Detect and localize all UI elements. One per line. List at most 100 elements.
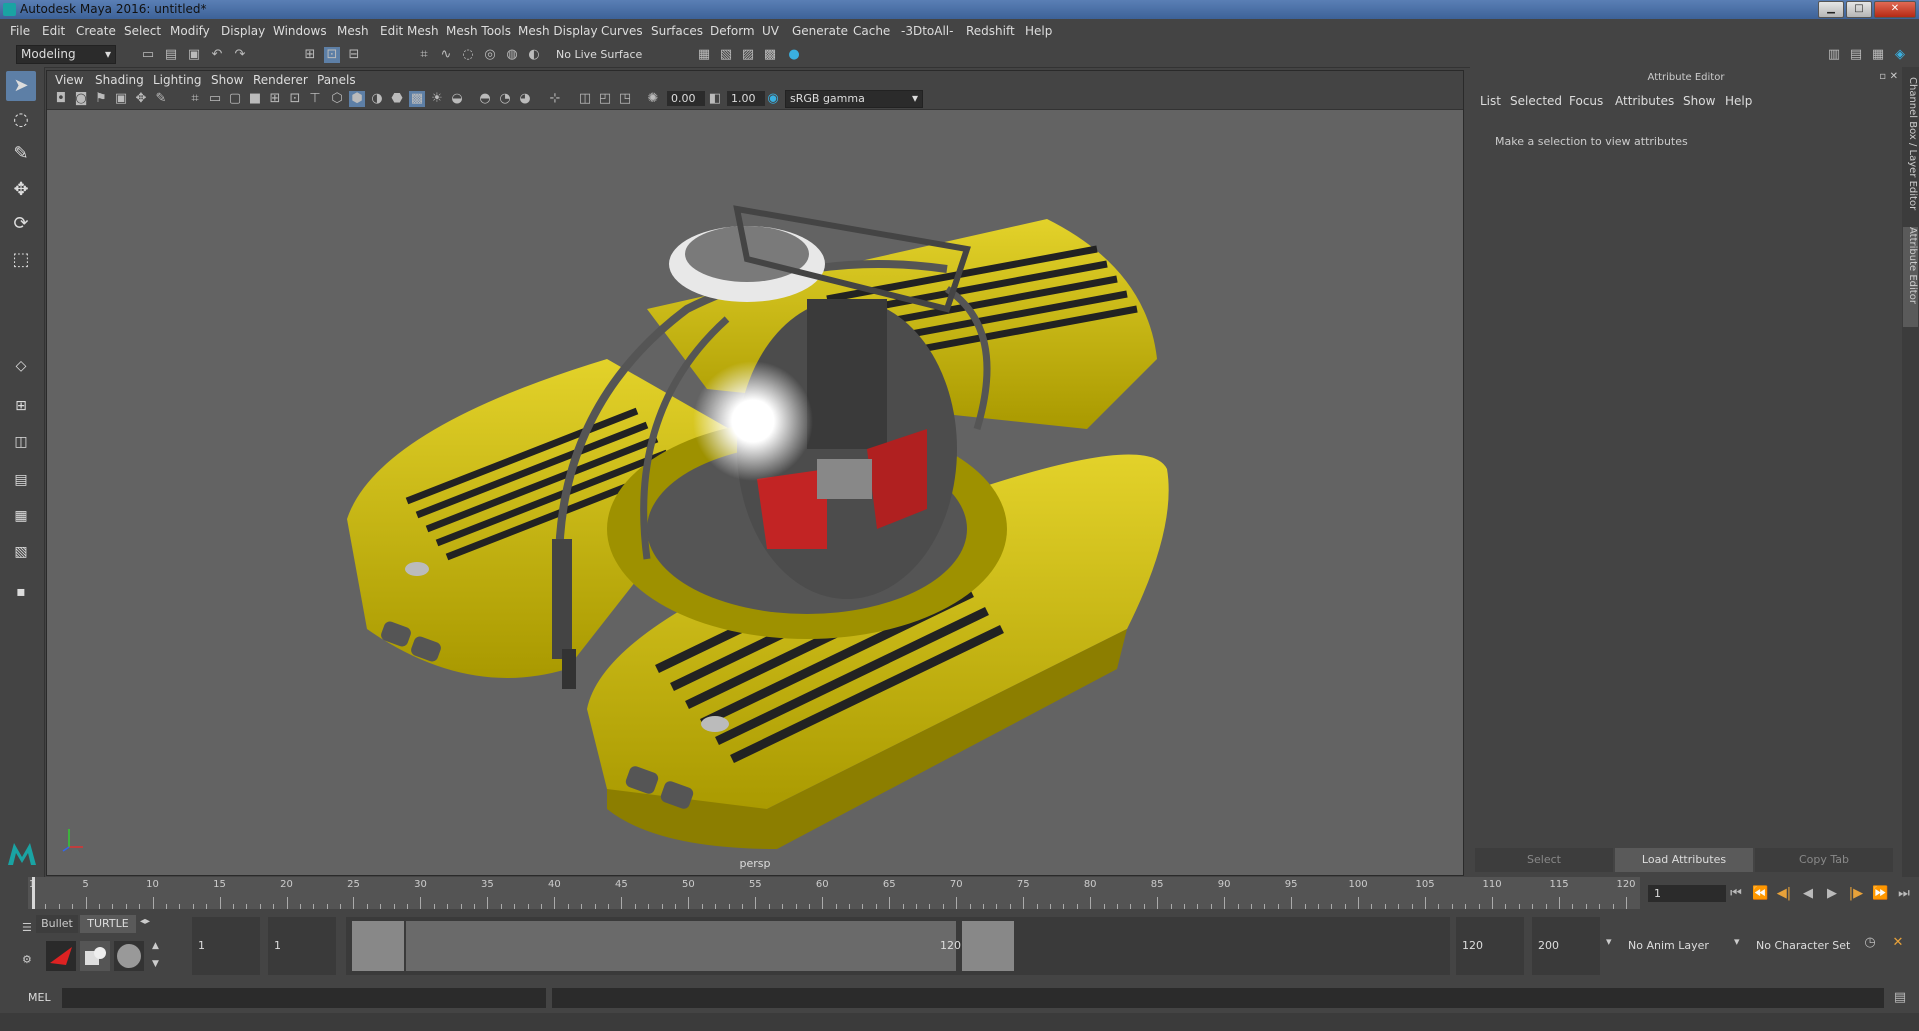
maximize-button[interactable]: □	[1846, 1, 1872, 18]
custom-layout-icon[interactable]: ▪	[6, 577, 36, 607]
gamma-field[interactable]: 1.00	[727, 91, 765, 106]
layout-channel-box-icon[interactable]: ◈	[1892, 47, 1908, 63]
ipr-render-icon[interactable]: ▨	[740, 47, 756, 63]
safe-title-icon[interactable]: ⊤	[307, 91, 323, 107]
wireframe-on-shaded-icon[interactable]: ⬣	[389, 91, 405, 107]
menu-help[interactable]: Help	[1025, 24, 1052, 38]
float-panel-icon[interactable]: ▫	[1879, 71, 1886, 82]
make-live-icon[interactable]: ◐	[526, 47, 542, 63]
character-set-dropdown[interactable]: No Character Set	[1750, 917, 1864, 975]
viewport-panel[interactable]: View Shading Lighting Show Renderer Pane…	[46, 70, 1464, 876]
snap-view-icon[interactable]: ◎	[482, 47, 498, 63]
menu-edit[interactable]: Edit	[42, 24, 65, 38]
menu-3dtoall[interactable]: -3DtoAll-	[901, 24, 953, 38]
textured-icon[interactable]: ▩	[409, 91, 425, 107]
snap-surface-icon[interactable]: ◍	[504, 47, 520, 63]
menu-modify[interactable]: Modify	[170, 24, 210, 38]
animation-end-field[interactable]: 200	[1532, 917, 1600, 975]
select-component-icon[interactable]: ⊟	[346, 47, 362, 63]
shelf-scroll-icon[interactable]: ◂▸	[140, 916, 150, 927]
menu-uv[interactable]: UV	[762, 24, 779, 38]
mode-dropdown[interactable]: Modeling ▾	[16, 45, 116, 64]
attribute-editor-tab[interactable]: Attribute Editor	[1903, 227, 1918, 327]
animation-start-field[interactable]: 1	[192, 917, 260, 975]
gate-mask-icon[interactable]: ■	[247, 91, 263, 107]
copy-tab-button[interactable]: Copy Tab	[1755, 848, 1893, 872]
render-settings-icon[interactable]: ▩	[762, 47, 778, 63]
range-end-handle[interactable]	[962, 921, 1014, 971]
grease-pencil-icon[interactable]: ✎	[153, 91, 169, 107]
menu-mesh[interactable]: Mesh	[337, 24, 369, 38]
close-panel-icon[interactable]: ✕	[1890, 71, 1898, 82]
play-backwards-icon[interactable]: ◀	[1800, 886, 1816, 902]
motion-blur-icon[interactable]: ◔	[497, 91, 513, 107]
menu-mesh-display[interactable]: Mesh Display	[518, 24, 598, 38]
save-scene-icon[interactable]: ▣	[186, 47, 202, 63]
two-pane-layout-icon[interactable]: ◫	[6, 427, 36, 457]
bookmark-icon[interactable]: ⚑	[93, 91, 109, 107]
close-button[interactable]: ✕	[1874, 1, 1916, 18]
view-transform-dropdown[interactable]: sRGB gamma ▾	[785, 90, 923, 108]
move-tool-icon[interactable]: ✥	[6, 175, 36, 205]
command-input[interactable]	[62, 988, 546, 1008]
snap-grid-icon[interactable]: ⌗	[416, 47, 432, 63]
menu-generate[interactable]: Generate	[792, 24, 848, 38]
hypershade-icon[interactable]: ●	[786, 47, 802, 63]
menu-display[interactable]: Display	[221, 24, 265, 38]
vp-menu-view[interactable]: View	[55, 73, 83, 87]
attr-menu-attributes[interactable]: Attributes	[1615, 94, 1674, 108]
menu-surfaces[interactable]: Surfaces	[651, 24, 703, 38]
range-slider-track[interactable]: 1 120	[346, 917, 1450, 975]
resolution-gate-icon[interactable]: ▢	[227, 91, 243, 107]
vp-menu-renderer[interactable]: Renderer	[253, 73, 308, 87]
snap-point-icon[interactable]: ◌	[460, 47, 476, 63]
field-chart-icon[interactable]: ⊞	[267, 91, 283, 107]
select-tool-icon[interactable]: ➤	[6, 71, 36, 101]
current-frame-marker[interactable]	[32, 877, 35, 909]
use-default-material-icon[interactable]: ◑	[369, 91, 385, 107]
smooth-shade-icon[interactable]: ⬢	[349, 91, 365, 107]
isolate-select-icon[interactable]: ⊹	[547, 91, 563, 107]
image-plane-icon[interactable]: ▣	[113, 91, 129, 107]
shelf-settings-icon[interactable]: ⚙	[22, 953, 32, 966]
menu-cache[interactable]: Cache	[853, 24, 890, 38]
layout-modeling-toolkit-icon[interactable]: ▥	[1826, 47, 1842, 63]
step-back-frame-icon[interactable]: ⏪	[1752, 886, 1768, 902]
four-pane-layout-icon[interactable]: ⊞	[6, 391, 36, 421]
step-back-key-icon[interactable]: ◀|	[1776, 886, 1792, 902]
turtle-sphere-icon[interactable]	[114, 941, 144, 971]
go-to-start-icon[interactable]: ⏮	[1728, 886, 1744, 902]
persp-outliner-layout-icon[interactable]: ▤	[6, 465, 36, 495]
exposure-field[interactable]: 0.00	[667, 91, 705, 106]
layout-tool-settings-icon[interactable]: ▦	[1870, 47, 1886, 63]
minimize-button[interactable]: ▁	[1818, 1, 1844, 18]
vp-menu-shading[interactable]: Shading	[95, 73, 144, 87]
xray-icon[interactable]: ◫	[577, 91, 593, 107]
vp-menu-show[interactable]: Show	[211, 73, 243, 87]
anti-aliasing-icon[interactable]: ◕	[517, 91, 533, 107]
paint-select-tool-icon[interactable]: ✎	[6, 139, 36, 169]
wireframe-icon[interactable]: ⬡	[329, 91, 345, 107]
xray-components-icon[interactable]: ◳	[617, 91, 633, 107]
use-all-lights-icon[interactable]: ☀	[429, 91, 445, 107]
render-view-icon[interactable]: ▦	[696, 47, 712, 63]
menu-windows[interactable]: Windows	[273, 24, 327, 38]
time-ruler[interactable]: 1510152025303540455055606570758085909510…	[28, 877, 1640, 909]
shelf-tab-turtle[interactable]: TURTLE	[80, 915, 136, 933]
2d-pan-zoom-icon[interactable]: ✥	[133, 91, 149, 107]
menu-curves[interactable]: Curves	[601, 24, 643, 38]
film-gate-icon[interactable]: ▭	[207, 91, 223, 107]
turtle-render-icon[interactable]	[46, 941, 76, 971]
vp-menu-panels[interactable]: Panels	[317, 73, 356, 87]
snap-curve-icon[interactable]: ∿	[438, 47, 454, 63]
menu-file[interactable]: File	[10, 24, 30, 38]
menu-mesh-tools[interactable]: Mesh Tools	[446, 24, 511, 38]
attr-menu-show[interactable]: Show	[1683, 94, 1715, 108]
scale-tool-icon[interactable]: ⬚	[6, 245, 36, 275]
play-forwards-icon[interactable]: ▶	[1824, 886, 1840, 902]
redo-icon[interactable]: ↷	[232, 47, 248, 63]
playback-start-field[interactable]: 1	[268, 917, 336, 975]
chevron-down-icon[interactable]: ▾	[1734, 935, 1740, 948]
channel-box-tab[interactable]: Channel Box / Layer Editor	[1903, 77, 1918, 217]
camera-attributes-icon[interactable]: ◙	[73, 91, 89, 107]
